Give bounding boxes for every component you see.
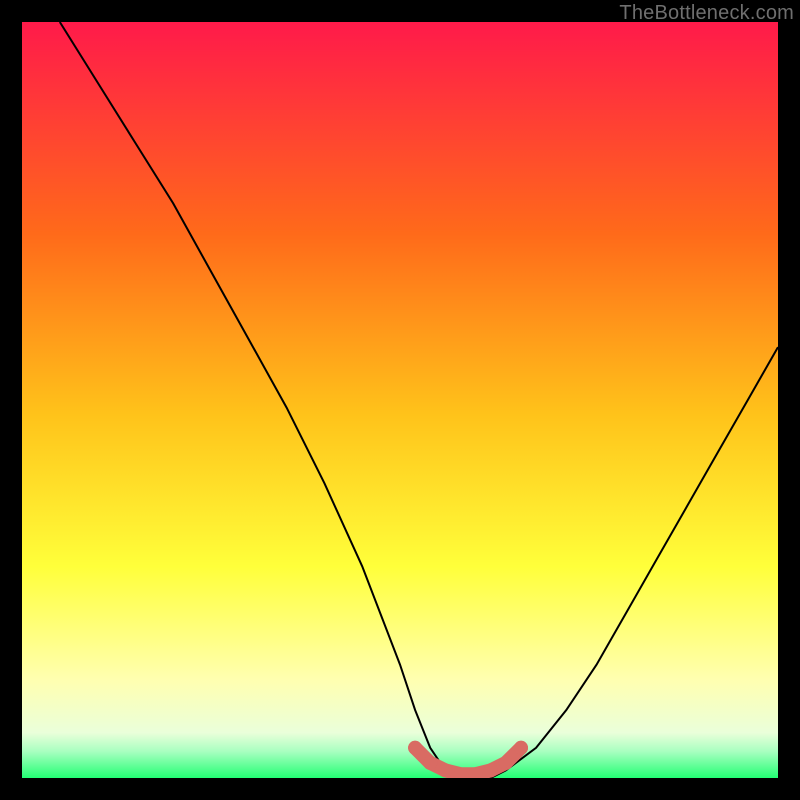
valley-marker [514,741,528,755]
valley-marker [438,763,452,777]
valley-marker [484,763,498,777]
valley-marker [408,741,422,755]
bottleneck-chart [22,22,778,778]
valley-marker [499,756,513,770]
valley-marker [423,756,437,770]
plot-area [22,22,778,778]
chart-frame: TheBottleneck.com [0,0,800,800]
